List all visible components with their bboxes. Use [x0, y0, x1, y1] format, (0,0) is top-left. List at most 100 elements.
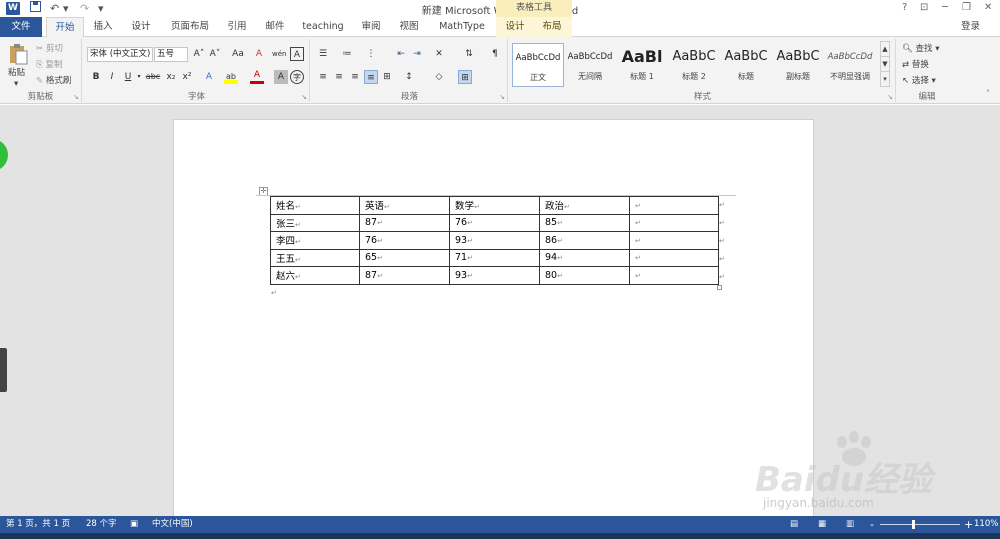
font-name-select[interactable]: 宋体 (中文正文) [87, 47, 153, 62]
proofing-icon[interactable]: ▣ [130, 516, 138, 533]
table-cell[interactable]: ↵ [629, 196, 719, 215]
read-mode-icon[interactable]: ▤ [790, 516, 798, 533]
style-no-spacing[interactable]: AaBbCcDd 无间隔 [564, 43, 616, 87]
decrease-indent-icon[interactable]: ⇤ [394, 47, 408, 61]
bold-button[interactable]: B [89, 70, 103, 84]
table-cell[interactable]: 数学↵ [449, 196, 540, 215]
replace-button[interactable]: ⇄ 替换 [902, 58, 929, 72]
table-cell[interactable]: 86↵ [539, 231, 630, 250]
change-case-icon[interactable]: Aa [228, 47, 248, 61]
table-cell[interactable]: ↵ [629, 231, 719, 250]
bullets-icon[interactable]: ☰ [316, 47, 330, 61]
increase-indent-icon[interactable]: ⇥ [410, 47, 424, 61]
table-cell[interactable]: 76↵ [449, 213, 540, 232]
italic-button[interactable]: I [105, 70, 119, 84]
highlight-color-icon[interactable]: ab [224, 70, 238, 84]
style-normal[interactable]: AaBbCcDd 正文 [512, 43, 564, 87]
tab-view[interactable]: 视图 [392, 17, 426, 37]
superscript-button[interactable]: x² [180, 70, 194, 84]
font-launcher-icon[interactable]: ↘ [301, 90, 307, 104]
web-layout-icon[interactable]: ▥ [846, 516, 854, 533]
style-title[interactable]: AaBbC 标题 [720, 43, 772, 87]
select-button[interactable]: ↖ 选择 ▾ [902, 74, 936, 88]
align-right-icon[interactable]: ≡ [348, 70, 362, 84]
table-cell[interactable]: 94↵ [539, 248, 630, 267]
enclose-characters-icon[interactable]: 字 [290, 70, 304, 84]
print-layout-icon[interactable]: ▦ [818, 516, 826, 533]
clipboard-launcher-icon[interactable]: ↘ [73, 90, 79, 104]
format-painter-button[interactable]: ✎ 格式刷 [36, 74, 71, 88]
table-cell[interactable]: ↵ [629, 266, 719, 285]
shrink-font-icon[interactable]: A˅ [208, 47, 222, 61]
zoom-slider-track[interactable] [880, 524, 960, 525]
table-cell[interactable]: 93↵ [449, 231, 540, 250]
align-center-icon[interactable]: ≡ [332, 70, 346, 84]
zoom-out-button[interactable]: - [870, 516, 874, 533]
styles-scroll-up-icon[interactable]: ▲ [880, 41, 890, 57]
distributed-icon[interactable]: ⊞ [380, 70, 394, 84]
cut-button[interactable]: ✂ 剪切 [36, 42, 63, 56]
shading-icon[interactable]: ◇ [432, 70, 446, 84]
table-cell[interactable]: 政治↵ [539, 196, 630, 215]
show-hide-marks-icon[interactable]: ¶ [488, 47, 502, 61]
restore-button[interactable]: ❐ [962, 1, 971, 15]
style-heading-2[interactable]: AaBbC 标题 2 [668, 43, 720, 87]
table-cell[interactable]: 93↵ [449, 266, 540, 285]
tab-file[interactable]: 文件 [0, 17, 42, 37]
style-heading-1[interactable]: AaBl 标题 1 [616, 43, 668, 87]
collapse-ribbon-icon[interactable]: ˄ [986, 87, 990, 101]
table-cell[interactable]: 李四↵ [270, 231, 360, 250]
tab-home[interactable]: 开始 [46, 17, 84, 38]
close-button[interactable]: ✕ [984, 1, 992, 15]
tab-table-design[interactable]: 设计 [500, 17, 530, 37]
zoom-slider-thumb[interactable] [912, 520, 915, 529]
sort-icon[interactable]: ⇅ [462, 47, 476, 61]
text-effects-icon[interactable]: A [202, 70, 216, 84]
tab-review[interactable]: 审阅 [354, 17, 388, 37]
score-table[interactable]: 姓名↵ 英语↵ 数学↵ 政治↵ ↵ 张三↵ 87↵ 76↵ 85↵ ↵ 李四↵ … [270, 196, 719, 285]
tab-design[interactable]: 设计 [124, 17, 158, 37]
zoom-level[interactable]: 110% [974, 516, 998, 533]
table-cell[interactable]: 姓名↵ [270, 196, 360, 215]
borders-icon[interactable]: ⊞ [458, 70, 472, 84]
chinese-layout-icon[interactable]: ✕ [432, 47, 446, 61]
language-status[interactable]: 中文(中国) [152, 516, 193, 533]
table-cell[interactable]: 张三↵ [270, 213, 360, 232]
tab-mailings[interactable]: 邮件 [258, 17, 292, 37]
numbering-icon[interactable]: ≔ [340, 47, 354, 61]
align-left-icon[interactable]: ≡ [316, 70, 330, 84]
table-cell[interactable]: 80↵ [539, 266, 630, 285]
side-panel-handle[interactable] [0, 348, 7, 392]
table-cell[interactable]: 英语↵ [359, 196, 450, 215]
tab-page-layout[interactable]: 页面布局 [164, 17, 216, 37]
table-cell[interactable]: 71↵ [449, 248, 540, 267]
tab-table-layout[interactable]: 布局 [536, 17, 568, 37]
tab-insert[interactable]: 插入 [86, 17, 120, 37]
style-subtle-emphasis[interactable]: AaBbCcDd 不明显强调 [824, 43, 876, 87]
table-cell[interactable]: 76↵ [359, 231, 450, 250]
table-cell[interactable]: 85↵ [539, 213, 630, 232]
character-shading-icon[interactable]: A [274, 70, 288, 84]
phonetic-guide-icon[interactable]: wén [272, 47, 286, 61]
styles-scroll-down-icon[interactable]: ▼ [880, 56, 890, 72]
paragraph-launcher-icon[interactable]: ↘ [499, 90, 505, 104]
floating-assistant-icon[interactable] [0, 139, 8, 171]
line-spacing-icon[interactable]: ↕ [402, 70, 416, 84]
tab-teaching[interactable]: teaching [298, 17, 348, 37]
zoom-in-button[interactable]: + [964, 516, 973, 533]
tab-references[interactable]: 引用 [220, 17, 254, 37]
table-resize-handle-icon[interactable] [717, 285, 722, 290]
document-page[interactable] [173, 119, 814, 529]
styles-more-icon[interactable]: ▾ [880, 71, 890, 87]
minimize-button[interactable]: ─ [942, 1, 948, 15]
paste-dropdown-icon[interactable]: ▾ [14, 77, 18, 91]
ribbon-display-options-icon[interactable]: ⊡ [920, 1, 928, 15]
word-count-status[interactable]: 28 个字 [86, 516, 117, 533]
strikethrough-button[interactable]: abc [144, 70, 162, 84]
character-border-icon[interactable]: A [290, 47, 304, 61]
multilevel-list-icon[interactable]: ⋮ [364, 47, 378, 61]
table-cell[interactable]: 赵六↵ [270, 266, 360, 285]
style-subtitle[interactable]: AaBbC 副标题 [772, 43, 824, 87]
styles-launcher-icon[interactable]: ↘ [887, 90, 893, 104]
font-size-select[interactable]: 五号 [154, 47, 188, 62]
